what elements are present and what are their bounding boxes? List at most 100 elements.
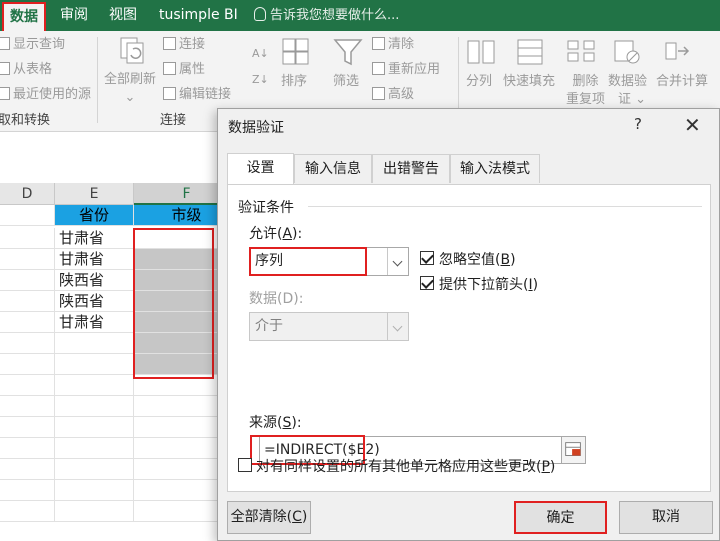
sort-az-icon: A↓ Z↓ [252, 47, 269, 86]
cell-d15[interactable] [0, 480, 55, 501]
properties-button[interactable]: 属性 [163, 61, 205, 79]
allow-highlight-box [249, 247, 367, 276]
show-query-button[interactable]: 显示查询 [0, 36, 65, 54]
tab-settings[interactable]: 设置 [227, 153, 294, 184]
cell-d7[interactable] [0, 312, 55, 333]
from-table-button[interactable]: 从表格 [0, 61, 52, 79]
cell-d12[interactable] [0, 417, 55, 438]
edit-links-icon [163, 87, 176, 100]
clear-filter-icon [372, 37, 385, 50]
flash-fill-icon [517, 39, 543, 65]
worksheet-grid[interactable]: D E F 省份 市级 甘肃省 甘肃省 陕西省 陕西省 甘肃省 [0, 183, 240, 541]
cell-d16[interactable] [0, 501, 55, 522]
tab-view[interactable]: 视图 [109, 0, 137, 31]
cell-e6[interactable]: 陕西省 [55, 291, 134, 312]
refresh-all-button[interactable]: 全部刷新 ⌄ [104, 71, 156, 107]
settings-panel: 验证条件 允许(A): 序列 忽略空值(B) 提供下拉箭头(I) 数据(D): … [227, 184, 711, 492]
remove-duplicates-button[interactable]: 删除 重复项 [566, 73, 605, 109]
sort-icon [282, 38, 309, 65]
cell-e5[interactable]: 陕西省 [55, 270, 134, 291]
data-validation-dialog: 数据验证 ? ✕ 设置 输入信息 出错警告 输入法模式 验证条件 允许(A): … [217, 108, 720, 541]
tab-input-message[interactable]: 输入信息 [294, 154, 372, 183]
recent-sources-button[interactable]: 最近使用的源 [0, 86, 91, 104]
table-icon [0, 62, 10, 75]
cell-e4[interactable]: 甘肃省 [55, 249, 134, 270]
tab-ime-mode[interactable]: 输入法模式 [450, 154, 540, 183]
tab-data[interactable]: 数据 [2, 2, 46, 31]
help-button[interactable]: ? [634, 115, 642, 133]
cell-e16[interactable] [55, 501, 134, 522]
data-label: 数据(D): [249, 291, 304, 307]
chevron-down-icon [387, 248, 408, 275]
data-validation-icon [614, 40, 640, 64]
tell-me-text: 告诉我您想要做什么... [270, 8, 400, 23]
cell-d8[interactable] [0, 333, 55, 354]
cell-d6[interactable] [0, 291, 55, 312]
text-to-columns-button[interactable]: 分列 [466, 73, 492, 91]
allow-label: 允许(A): [249, 226, 303, 242]
cell-e10[interactable] [55, 375, 134, 396]
cancel-button[interactable]: 取消 [619, 501, 713, 534]
connections-button[interactable]: 连接 [163, 36, 205, 54]
range-picker-icon[interactable] [561, 436, 586, 464]
text-to-columns-icon [467, 40, 495, 64]
clear-filter-button[interactable]: 清除 [372, 36, 414, 54]
validation-criteria-label: 验证条件 [238, 200, 294, 216]
cell-d10[interactable] [0, 375, 55, 396]
tell-me-search[interactable]: 告诉我您想要做什么... [254, 0, 399, 31]
ok-button[interactable]: 确定 [514, 501, 607, 534]
tab-tusimple-bi[interactable]: tusimple BI [159, 0, 238, 31]
properties-icon [163, 62, 176, 75]
advanced-filter-button[interactable]: 高级 [372, 86, 414, 104]
cell-e9[interactable] [55, 354, 134, 375]
cell-e13[interactable] [55, 438, 134, 459]
reapply-button[interactable]: 重新应用 [372, 61, 440, 79]
close-button[interactable]: ✕ [684, 112, 701, 138]
dialog-title: 数据验证 [228, 120, 284, 136]
cell-d4[interactable] [0, 249, 55, 270]
consolidate-icon [665, 42, 690, 60]
apply-to-all-checkbox[interactable] [238, 458, 252, 472]
cell-d11[interactable] [0, 396, 55, 417]
cell-e14[interactable] [55, 459, 134, 480]
chevron-down-icon [387, 313, 408, 340]
section-divider [308, 206, 702, 207]
refresh-all-icon [120, 37, 144, 64]
lightbulb-icon [254, 7, 266, 21]
cell-e15[interactable] [55, 480, 134, 501]
ignore-blank-label: 忽略空值(B) [439, 252, 516, 268]
ribbon-separator [97, 37, 98, 123]
cell-e11[interactable] [55, 396, 134, 417]
clear-all-button[interactable]: 全部清除(C) [227, 501, 311, 534]
sort-button[interactable]: 排序 [281, 73, 307, 91]
remove-duplicates-icon [567, 40, 595, 62]
cell-d14[interactable] [0, 459, 55, 480]
data-validation-button[interactable]: 数据验 证 ⌄ [608, 73, 647, 109]
cell-e8[interactable] [55, 333, 134, 354]
in-cell-dropdown-label: 提供下拉箭头(I) [439, 277, 539, 293]
recent-sources-icon [0, 87, 10, 100]
cell-d13[interactable] [0, 438, 55, 459]
filter-button[interactable]: 筛选 [333, 73, 359, 91]
cell-header-province[interactable]: 省份 [55, 205, 134, 226]
data-select-value: 介于 [255, 318, 283, 334]
cell-d3[interactable] [0, 228, 55, 249]
tab-review[interactable]: 审阅 [60, 0, 88, 31]
edit-links-button[interactable]: 编辑链接 [163, 86, 231, 104]
column-header-e[interactable]: E [55, 183, 134, 205]
group-connections: 连接 [160, 113, 187, 128]
cell-e3[interactable]: 甘肃省 [55, 228, 134, 249]
cell-d2[interactable] [0, 205, 55, 226]
cell-e12[interactable] [55, 417, 134, 438]
cell-d5[interactable] [0, 270, 55, 291]
flash-fill-button[interactable]: 快速填充 [503, 73, 555, 91]
ignore-blank-checkbox[interactable] [420, 251, 434, 265]
ribbon-tab-bar: 数据 审阅 视图 tusimple BI 告诉我您想要做什么... [0, 0, 720, 31]
in-cell-dropdown-checkbox[interactable] [420, 276, 434, 290]
tab-error-alert[interactable]: 出错警告 [372, 154, 450, 183]
cell-d9[interactable] [0, 354, 55, 375]
cell-e7[interactable]: 甘肃省 [55, 312, 134, 333]
column-header-d[interactable]: D [0, 183, 55, 205]
consolidate-button[interactable]: 合并计算 [656, 73, 708, 91]
selection-highlight-box [133, 228, 214, 379]
